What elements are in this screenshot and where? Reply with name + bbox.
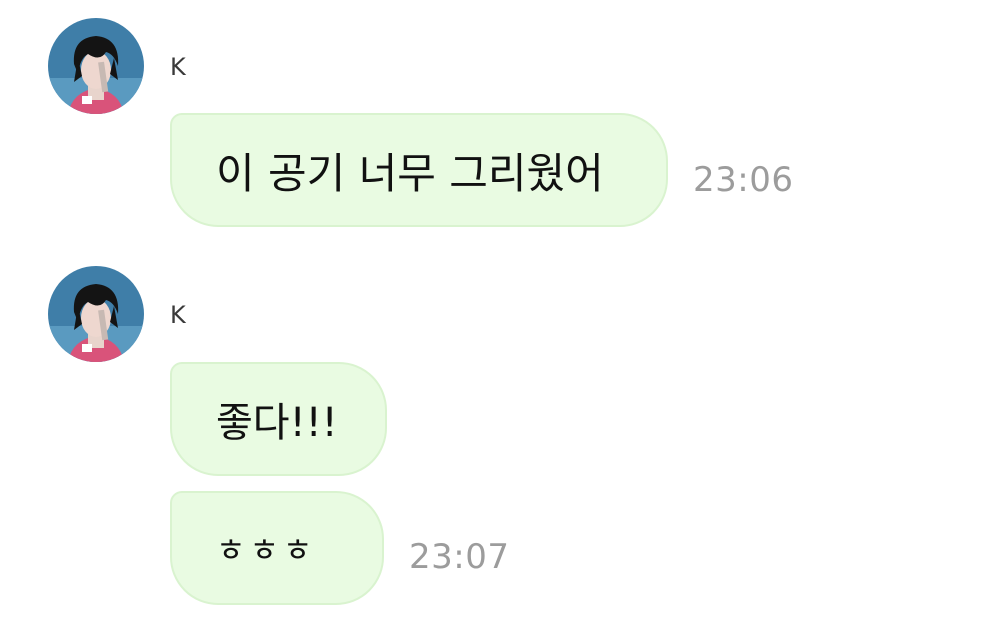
message-text: 좋다!!! — [216, 400, 338, 446]
message-text: 이 공기 너무 그리웠어 — [216, 148, 604, 198]
chat-thread: K 이 공기 너무 그리웠어 23:06 K 좋다!!! ㅎㅎㅎ 23:07 — [0, 0, 985, 618]
sender-avatar[interactable] — [48, 266, 144, 362]
sender-name: K — [170, 53, 186, 81]
sender-name: K — [170, 301, 186, 329]
profile-photo-icon — [48, 266, 144, 362]
message-timestamp: 23:07 — [409, 537, 510, 577]
message-bubble[interactable]: ㅎㅎㅎ — [170, 491, 384, 605]
profile-photo-icon — [48, 18, 144, 114]
message-timestamp: 23:06 — [693, 160, 794, 200]
sender-avatar[interactable] — [48, 18, 144, 114]
message-text: ㅎㅎㅎ — [216, 531, 317, 569]
message-bubble[interactable]: 좋다!!! — [170, 362, 387, 476]
message-bubble[interactable]: 이 공기 너무 그리웠어 — [170, 113, 668, 227]
